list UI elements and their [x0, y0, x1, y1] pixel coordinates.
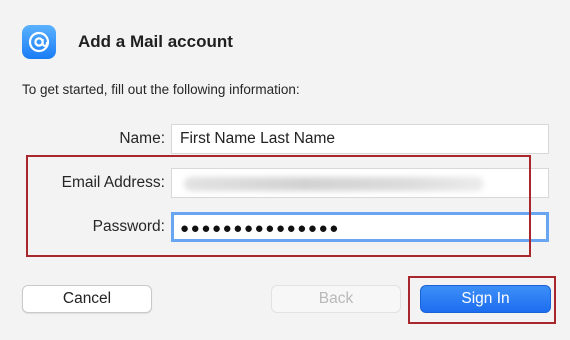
- sign-in-button[interactable]: Sign In: [420, 285, 551, 313]
- blurred-email-value: [184, 177, 484, 191]
- email-row: Email Address:: [0, 168, 570, 198]
- password-row: Password: ●●●●●●●●●●●●●●●: [0, 212, 570, 242]
- dialog-title: Add a Mail account: [78, 32, 233, 51]
- back-button[interactable]: Back: [271, 285, 401, 313]
- add-mail-account-dialog: Add a Mail account To get started, fill …: [0, 0, 570, 340]
- name-row: Name: First Name Last Name: [0, 124, 570, 154]
- cancel-button[interactable]: Cancel: [22, 285, 152, 313]
- password-dots: ●●●●●●●●●●●●●●●: [180, 220, 340, 237]
- name-field[interactable]: First Name Last Name: [171, 124, 549, 154]
- dialog-header: Add a Mail account: [22, 25, 233, 59]
- at-sign-icon: [22, 25, 56, 59]
- email-label: Email Address:: [61, 174, 165, 191]
- intro-text: To get started, fill out the following i…: [22, 82, 300, 97]
- password-field[interactable]: ●●●●●●●●●●●●●●●: [171, 212, 549, 242]
- email-field[interactable]: [171, 168, 549, 198]
- password-label: Password:: [92, 218, 165, 235]
- name-label: Name:: [119, 130, 165, 147]
